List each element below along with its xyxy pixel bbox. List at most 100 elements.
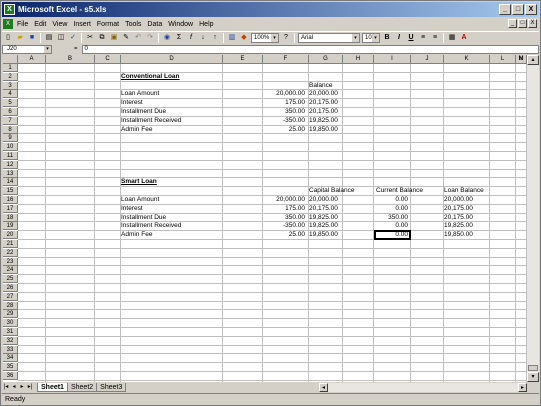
conventional-loan-title[interactable]: Conventional Loan <box>121 73 180 81</box>
smart-loan-title[interactable]: Smart Loan <box>121 178 157 186</box>
conventional-balance-cell[interactable]: 20,000.00 <box>309 90 369 98</box>
font-color-icon[interactable]: A <box>459 33 469 43</box>
help-icon[interactable]: ? <box>281 33 291 43</box>
column-header[interactable]: N <box>516 55 527 64</box>
row-header[interactable]: 29 <box>3 310 18 319</box>
tab-sheet3[interactable]: Sheet3 <box>96 382 127 392</box>
smart-label-cell[interactable]: Interest <box>121 205 221 213</box>
name-box[interactable]: J20 ▾ <box>2 44 52 54</box>
minimize-button[interactable]: _ <box>499 4 511 15</box>
hyperlink-icon[interactable]: ◉ <box>162 33 172 43</box>
row-header[interactable]: 22 <box>3 248 18 257</box>
conventional-balance-cell[interactable]: 20,175.00 <box>309 99 369 107</box>
conventional-label-cell[interactable]: Loan Amount <box>121 90 221 98</box>
row-header[interactable]: 33 <box>3 345 18 354</box>
row-header[interactable]: 6 <box>3 108 18 116</box>
conventional-balance-cell[interactable]: 19,850.00 <box>309 126 369 134</box>
selected-cell[interactable] <box>374 230 411 241</box>
row-header[interactable]: 20 <box>3 231 18 240</box>
column-header[interactable]: A <box>18 55 46 64</box>
row-header[interactable]: 3 <box>3 81 18 90</box>
sort-descending-icon[interactable]: ↑ <box>210 33 220 43</box>
row-header[interactable]: 15 <box>3 187 18 196</box>
tab-sheet2[interactable]: Sheet2 <box>66 382 98 392</box>
menu-data[interactable]: Data <box>144 21 165 28</box>
row-header[interactable]: 1 <box>3 64 18 72</box>
smart-current-cell[interactable]: 0.00 <box>374 205 408 213</box>
smart-label-cell[interactable]: Installment Received <box>121 222 221 230</box>
row-header[interactable]: 2 <box>3 72 18 81</box>
conventional-value-cell[interactable]: 350.00 <box>223 108 305 116</box>
worksheet-grid[interactable]: ABCDEFGHIJKLMN 1 2 3 4 5 6 7 8 9 10 11 12 13 14 15 16 17… <box>3 55 527 382</box>
conventional-value-cell[interactable]: 20,000.00 <box>223 90 305 98</box>
bold-icon[interactable]: B <box>382 33 392 43</box>
paste-icon[interactable]: ▣ <box>109 33 119 43</box>
row-header[interactable]: 28 <box>3 301 18 310</box>
column-header[interactable]: E <box>223 55 263 64</box>
smart-capital-cell[interactable]: 19,825.00 <box>309 214 369 222</box>
menu-edit[interactable]: Edit <box>31 21 49 28</box>
smart-capital-cell[interactable]: 19,850.00 <box>309 231 369 239</box>
zoom-select[interactable]: 100% ▾ <box>251 33 279 43</box>
column-header[interactable]: F <box>263 55 309 64</box>
format-painter-icon[interactable]: ✎ <box>121 33 131 43</box>
column-header[interactable]: G <box>309 55 343 64</box>
save-icon[interactable]: ■ <box>27 33 37 43</box>
smart-value-cell[interactable]: -350.00 <box>223 222 305 230</box>
next-sheet-icon[interactable]: ▸ <box>18 383 26 391</box>
new-icon[interactable]: ▯ <box>3 33 13 43</box>
row-header[interactable]: 32 <box>3 336 18 345</box>
conventional-balance-cell[interactable]: 19,825.00 <box>309 117 369 125</box>
conventional-balance-cell[interactable]: 20,175.00 <box>309 108 369 116</box>
excel-icon[interactable]: X <box>4 4 15 15</box>
menu-format[interactable]: Format <box>94 21 122 28</box>
smart-current-cell[interactable]: 350.00 <box>374 214 408 222</box>
print-icon[interactable]: ▤ <box>44 33 54 43</box>
row-header[interactable]: 19 <box>3 222 18 231</box>
smart-loan-cell[interactable]: 19,825.00 <box>444 222 504 230</box>
scroll-thumb[interactable] <box>528 365 538 371</box>
drawing-icon[interactable]: ◆ <box>239 33 249 43</box>
tab-sheet1[interactable]: Sheet1 <box>37 382 68 392</box>
smart-loan-cell[interactable]: 20,175.00 <box>444 205 504 213</box>
function-icon[interactable]: f <box>186 33 196 43</box>
maximize-button[interactable]: □ <box>512 4 524 15</box>
column-header[interactable]: L <box>490 55 516 64</box>
menu-window[interactable]: Window <box>165 21 196 28</box>
menu-tools[interactable]: Tools <box>122 21 144 28</box>
underline-icon[interactable]: U <box>406 33 416 43</box>
align-left-icon[interactable]: ≡ <box>418 33 428 43</box>
conventional-label-cell[interactable]: Admin Fee <box>121 126 221 134</box>
align-center-icon[interactable]: ≡ <box>430 33 440 43</box>
smart-value-cell[interactable]: 175.00 <box>223 205 305 213</box>
first-sheet-icon[interactable]: |◂ <box>2 383 10 391</box>
smart-label-cell[interactable]: Admin Fee <box>121 231 221 239</box>
redo-icon[interactable]: ↷ <box>145 33 155 43</box>
column-header[interactable]: B <box>46 55 95 64</box>
column-header[interactable]: I <box>374 55 411 64</box>
row-header[interactable]: 12 <box>3 160 18 169</box>
smart-loan-cell[interactable]: 20,175.00 <box>444 214 504 222</box>
row-header[interactable]: 10 <box>3 143 18 152</box>
autosum-icon[interactable]: Σ <box>174 33 184 43</box>
column-header[interactable]: H <box>343 55 374 64</box>
workbook-icon[interactable]: X <box>3 19 13 29</box>
vertical-scrollbar[interactable]: ▴ ▾ <box>527 55 539 382</box>
smart-label-cell[interactable]: Loan Amount <box>121 196 221 204</box>
row-header[interactable]: 23 <box>3 257 18 266</box>
conventional-label-cell[interactable]: Installment Received <box>121 117 221 125</box>
print-preview-icon[interactable]: ◫ <box>56 33 66 43</box>
menu-insert[interactable]: Insert <box>70 21 94 28</box>
cut-icon[interactable]: ✂ <box>85 33 95 43</box>
row-header[interactable]: 8 <box>3 125 18 134</box>
font-select[interactable]: Arial ▾ <box>298 33 360 43</box>
smart-value-cell[interactable]: 20,000.00 <box>223 196 305 204</box>
row-header[interactable]: 7 <box>3 116 18 125</box>
row-header[interactable]: 25 <box>3 275 18 284</box>
doc-restore-button[interactable]: □ <box>518 19 527 28</box>
scroll-down-icon[interactable]: ▾ <box>527 372 539 382</box>
conventional-label-cell[interactable]: Interest <box>121 99 221 107</box>
row-header[interactable]: 34 <box>3 354 18 363</box>
column-header[interactable]: J <box>411 55 444 64</box>
row-header[interactable]: 4 <box>3 90 18 99</box>
